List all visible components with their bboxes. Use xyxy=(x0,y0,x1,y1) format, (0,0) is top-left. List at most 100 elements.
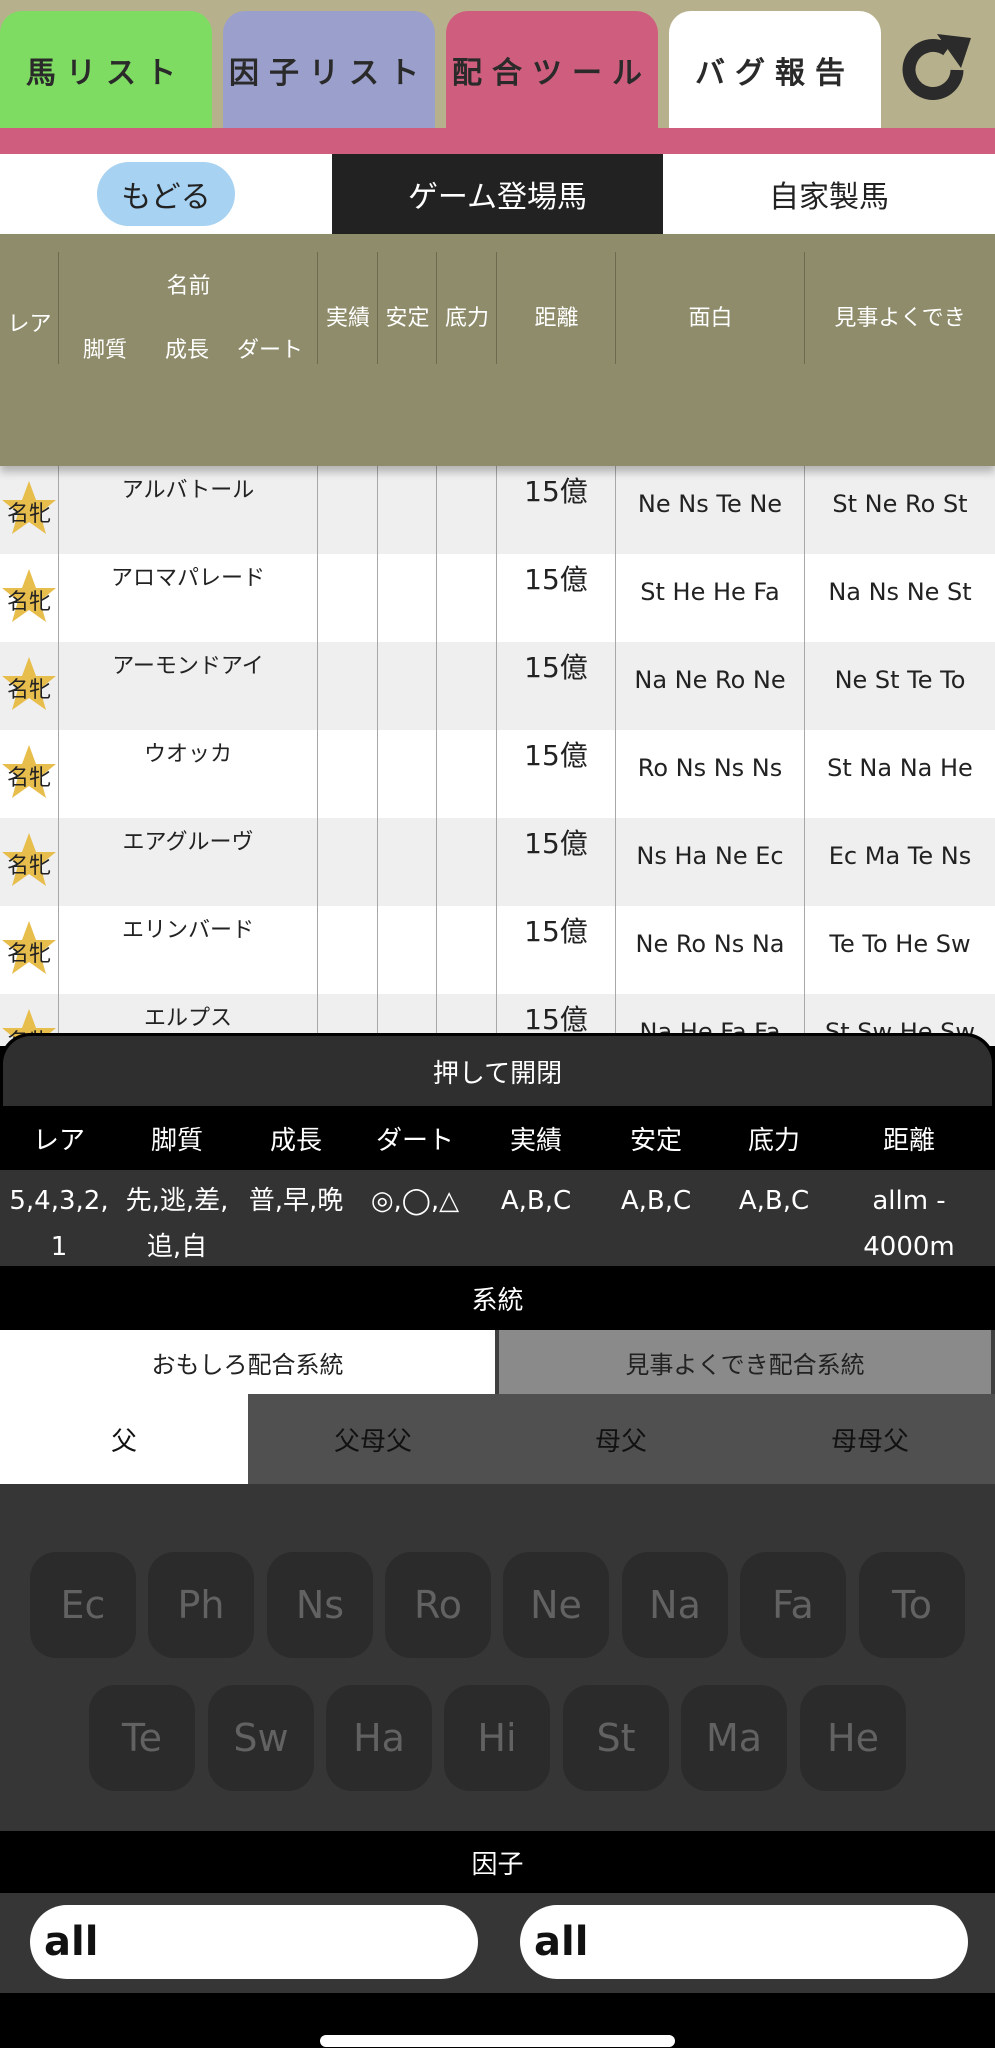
filter-record[interactable]: A,B,C xyxy=(474,1178,598,1224)
horse-fun-factors: Ne Ro Ns Na xyxy=(635,930,785,958)
filter-stable[interactable]: A,B,C xyxy=(598,1178,714,1224)
header-name[interactable]: 名前 xyxy=(59,268,318,300)
segment-fun-lineage[interactable]: おもしろ配合系統 xyxy=(0,1330,495,1394)
lineage-chip[interactable]: Sw xyxy=(208,1685,314,1791)
filter-header-record: 実績 xyxy=(509,1125,562,1156)
table-row[interactable]: 名牝 エアグルーヴ 15億 Ns Ha Ne Ec Ec Ma Te Ns xyxy=(0,818,995,906)
filter-growth[interactable]: 普,早,晩 xyxy=(236,1178,356,1224)
filter-header-rarity: レア xyxy=(32,1125,85,1156)
back-button[interactable]: もどる xyxy=(97,162,235,226)
horse-distance: 15億 xyxy=(524,739,588,772)
tab-factor-list[interactable]: 因子リスト xyxy=(223,11,435,128)
filter-distance[interactable]: allm - 4000m xyxy=(834,1178,984,1270)
home-indicator xyxy=(320,2035,675,2047)
filter-header-growth: 成長 xyxy=(269,1125,322,1156)
rarity-badge: 名牝 xyxy=(6,590,51,615)
header-growth[interactable]: 成長 xyxy=(152,332,222,364)
horse-good-factors: Te To He Sw xyxy=(829,930,971,958)
horse-good-factors: Ec Ma Te Ns xyxy=(828,842,972,870)
horse-name: アルバトール xyxy=(121,478,255,503)
back-tab: もどる xyxy=(0,154,332,234)
lineage-chip[interactable]: Ne xyxy=(503,1552,609,1658)
horse-good-factors: Na Ns Ne St xyxy=(828,578,972,606)
horse-distance: 15億 xyxy=(524,563,588,596)
horse-name: アーモンドアイ xyxy=(112,654,264,679)
segment-sire-damsire[interactable]: 父母父 xyxy=(249,1394,497,1484)
header-dirt[interactable]: ダート xyxy=(228,332,312,364)
horse-name: アロマパレード xyxy=(110,566,265,591)
rarity-badge: 名牝 xyxy=(6,854,51,879)
horse-table: 名牝 アルバトール 15億 Ne Ns Te Ne St Ne Ro St 名牝… xyxy=(0,466,995,1046)
table-row[interactable]: 名牝 アルバトール 15億 Ne Ns Te Ne St Ne Ro St xyxy=(0,466,995,554)
lineage-label: 系統 xyxy=(0,1266,995,1330)
table-row[interactable]: 名牝 ウオッカ 15億 Ro Ns Ns Ns St Na Na He xyxy=(0,730,995,818)
segment-dam-damsire[interactable]: 母母父 xyxy=(746,1394,994,1484)
lineage-chip-grid: Ec Ph Ns Ro Ne Na Fa To Te Sw Ha Hi St M… xyxy=(0,1484,995,1831)
rarity-badge: 名牝 xyxy=(6,502,51,527)
horse-fun-factors: Ns Ha Ne Ec xyxy=(636,842,784,870)
horse-fun-factors: Na Ne Ro Ne xyxy=(634,666,786,694)
lineage-chip[interactable]: Ro xyxy=(385,1552,491,1658)
rarity-badge: 名牝 xyxy=(6,942,51,967)
lineage-chip[interactable]: To xyxy=(859,1552,965,1658)
header-distance[interactable]: 距離 xyxy=(497,300,616,332)
filter-style[interactable]: 先,逃,差, 追,自 xyxy=(118,1178,236,1270)
factor-input-1[interactable]: all xyxy=(30,1905,478,1979)
header-fun[interactable]: 面白 xyxy=(616,300,805,332)
filter-headers: レア 脚質 成長 ダート 実績 安定 底力 距離 xyxy=(0,1106,995,1170)
lineage-chip[interactable]: Te xyxy=(89,1685,195,1791)
lineage-chip[interactable]: Ph xyxy=(148,1552,254,1658)
horse-distance: 15億 xyxy=(524,651,588,684)
header-style[interactable]: 脚質 xyxy=(70,332,140,364)
horse-fun-factors: Ne Ns Te Ne xyxy=(637,490,783,518)
top-nav-bar: 馬リスト 因子リスト 配合ツール バグ報告 xyxy=(0,0,995,128)
rarity-badge: 名牝 xyxy=(6,678,51,703)
factor-label: 因子 xyxy=(0,1831,995,1893)
header-rarity[interactable]: レア xyxy=(0,306,59,338)
active-tab-strip xyxy=(0,128,995,154)
tab-breeding-tool[interactable]: 配合ツール xyxy=(446,11,658,128)
lineage-chip[interactable]: Ns xyxy=(267,1552,373,1658)
filter-values: 5,4,3,2, 1 先,逃,差, 追,自 普,早,晩 ◎,◯,△ A,B,C … xyxy=(0,1170,995,1266)
horse-good-factors: St Na Na He xyxy=(827,754,973,782)
filter-header-distance: 距離 xyxy=(882,1125,935,1156)
segment-good-lineage[interactable]: 見事よくでき配合系統 xyxy=(499,1330,991,1394)
rarity-badge: 名牝 xyxy=(6,766,51,791)
segment-sire[interactable]: 父 xyxy=(0,1394,248,1484)
horse-distance: 15億 xyxy=(524,827,588,860)
segment-damsire[interactable]: 母父 xyxy=(497,1394,745,1484)
filter-dirt[interactable]: ◎,◯,△ xyxy=(356,1178,474,1224)
lineage-chip[interactable]: Na xyxy=(622,1552,728,1658)
horse-distance: 15億 xyxy=(524,915,588,948)
horse-name: エルプス xyxy=(143,1006,232,1031)
lineage-chip[interactable]: Ma xyxy=(681,1685,787,1791)
header-record[interactable]: 実績 xyxy=(318,300,378,332)
lineage-chip[interactable]: St xyxy=(563,1685,669,1791)
horse-good-factors: Ne St Te To xyxy=(834,666,966,694)
horse-name: エリンバード xyxy=(121,918,254,943)
tab-horse-list[interactable]: 馬リスト xyxy=(0,11,212,128)
filter-header-stable: 安定 xyxy=(629,1125,682,1156)
panel-toggle-button[interactable]: 押して開閉 xyxy=(3,1036,992,1106)
lineage-chip[interactable]: Ec xyxy=(30,1552,136,1658)
tab-game-horses[interactable]: ゲーム登場馬 xyxy=(332,154,663,234)
header-stable[interactable]: 安定 xyxy=(378,300,437,332)
table-row[interactable]: 名牝 アロマパレード 15億 St He He Fa Na Ns Ne St xyxy=(0,554,995,642)
factor-input-2[interactable]: all xyxy=(520,1905,968,1979)
header-power[interactable]: 底力 xyxy=(437,300,497,332)
horse-fun-factors: St He He Fa xyxy=(640,578,780,606)
header-good[interactable]: 見事よくでき xyxy=(805,300,995,332)
filter-header-power: 底力 xyxy=(747,1125,800,1156)
tab-bug-report[interactable]: バグ報告 xyxy=(669,11,881,128)
lineage-chip[interactable]: Fa xyxy=(740,1552,846,1658)
lineage-chip[interactable]: Hi xyxy=(444,1685,550,1791)
table-row[interactable]: 名牝 エリンバード 15億 Ne Ro Ns Na Te To He Sw xyxy=(0,906,995,994)
filter-power[interactable]: A,B,C xyxy=(714,1178,834,1224)
horse-name: ウオッカ xyxy=(143,742,232,767)
table-row[interactable]: 名牝 アーモンドアイ 15億 Na Ne Ro Ne Ne St Te To xyxy=(0,642,995,730)
tab-homebred-horses[interactable]: 自家製馬 xyxy=(663,154,995,234)
lineage-chip[interactable]: Ha xyxy=(326,1685,432,1791)
reload-icon[interactable] xyxy=(895,30,975,110)
filter-rarity[interactable]: 5,4,3,2, 1 xyxy=(0,1178,118,1270)
lineage-chip[interactable]: He xyxy=(800,1685,906,1791)
